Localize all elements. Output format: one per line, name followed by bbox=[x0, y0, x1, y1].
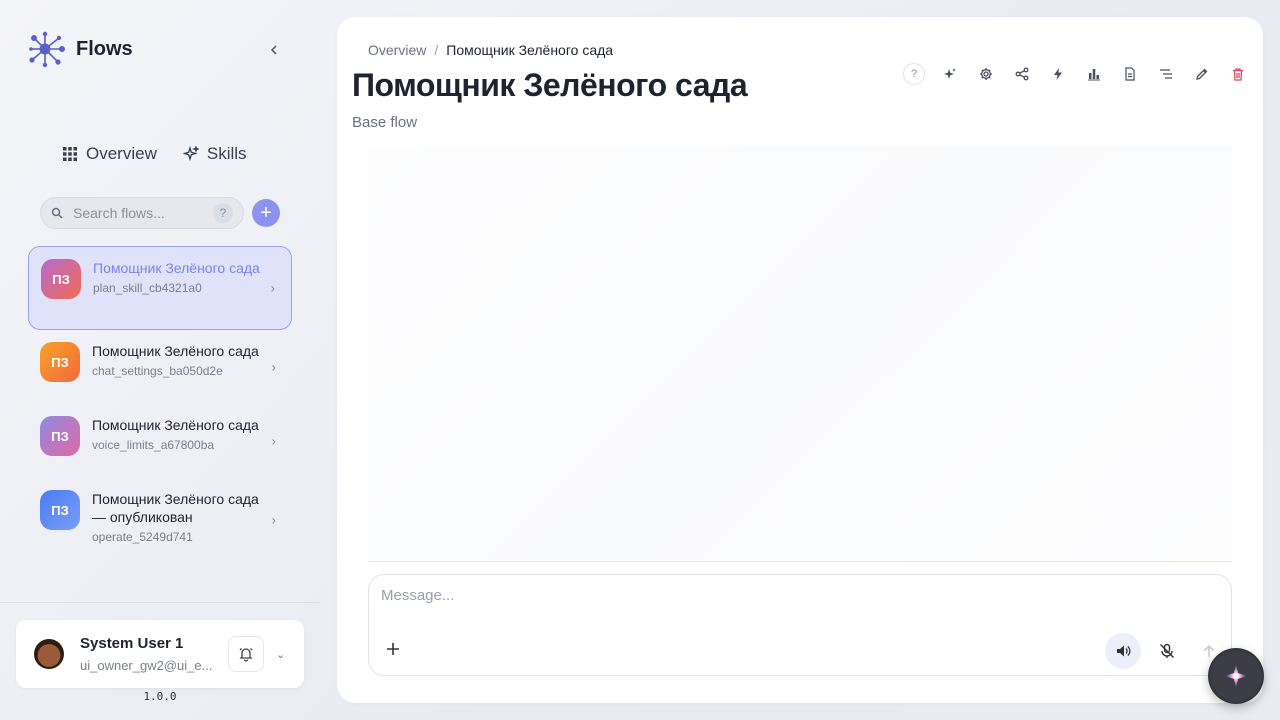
document-button[interactable] bbox=[1119, 63, 1141, 85]
chevron-right-icon: › bbox=[271, 433, 276, 449]
breadcrumb: Overview / Помощник Зелёного сада bbox=[368, 42, 613, 58]
flow-name: Помощник Зелёного сада — опубликован bbox=[92, 491, 259, 525]
flow-avatar: ПЗ bbox=[40, 490, 80, 530]
lightning-icon bbox=[1054, 68, 1062, 80]
bell-icon bbox=[239, 648, 253, 662]
user-email: ui_owner_gw2@ui_e... bbox=[80, 658, 213, 673]
flow-avatar: ПЗ bbox=[41, 259, 81, 299]
list-indent-icon bbox=[1160, 69, 1172, 79]
search-box: ? bbox=[40, 197, 244, 229]
search-input[interactable] bbox=[73, 205, 203, 221]
sparkles-icon bbox=[182, 146, 199, 162]
analytics-button[interactable] bbox=[1083, 63, 1105, 85]
main-panel: Overview / Помощник Зелёного сада Помощн… bbox=[337, 17, 1263, 703]
sidebar-divider bbox=[0, 602, 320, 603]
chat-divider bbox=[368, 561, 1232, 562]
microphone-toggle[interactable] bbox=[1149, 633, 1185, 669]
flow-name: Помощник Зелёного сада bbox=[92, 343, 259, 359]
flows-logo-icon bbox=[29, 31, 65, 68]
collapse-sidebar-button[interactable] bbox=[264, 40, 284, 60]
trash-icon bbox=[1233, 68, 1243, 81]
breadcrumb-current: Помощник Зелёного сада bbox=[446, 42, 614, 58]
search-help-icon[interactable]: ? bbox=[213, 203, 233, 223]
outline-button[interactable] bbox=[1155, 63, 1177, 85]
document-icon bbox=[1125, 67, 1135, 81]
breadcrumb-overview[interactable]: Overview bbox=[368, 42, 426, 58]
notifications-button[interactable] bbox=[228, 636, 264, 672]
page-subtitle: Base flow bbox=[352, 114, 418, 131]
assistant-orb-button[interactable] bbox=[1208, 648, 1264, 704]
bar-chart-icon bbox=[1088, 69, 1100, 81]
arrow-up-icon bbox=[1203, 644, 1215, 657]
nav-overview[interactable]: Overview bbox=[62, 144, 157, 164]
message-input[interactable] bbox=[381, 587, 1201, 617]
edit-button[interactable] bbox=[1191, 63, 1213, 85]
flow-id: voice_limits_a67800ba bbox=[92, 438, 215, 452]
microphone-off-icon bbox=[1160, 643, 1174, 658]
flow-name: Помощник Зелёного сада bbox=[93, 260, 260, 276]
sparkles-icon bbox=[944, 68, 956, 79]
page-title: Помощник Зелёного сада bbox=[352, 67, 748, 103]
pencil-icon bbox=[1196, 68, 1208, 80]
gear-icon bbox=[980, 68, 992, 80]
speaker-icon bbox=[1117, 645, 1131, 657]
grid-icon bbox=[63, 147, 77, 161]
flow-id: operate_5249d741 bbox=[92, 530, 193, 544]
user-name: System User 1 bbox=[80, 635, 184, 652]
settings-button[interactable] bbox=[975, 63, 997, 85]
flow-list: ПЗ Помощник Зелёного сада plan_skill_cb4… bbox=[28, 246, 292, 562]
nav-skills[interactable]: Skills bbox=[182, 144, 247, 164]
chevron-down-icon[interactable]: ⌄ bbox=[276, 648, 285, 661]
ai-assist-button[interactable] bbox=[939, 63, 961, 85]
chevron-left-icon bbox=[270, 45, 277, 55]
chevron-right-icon: › bbox=[271, 512, 276, 528]
flow-avatar: ПЗ bbox=[40, 342, 80, 382]
app-title: Flows bbox=[76, 37, 133, 60]
flow-item[interactable]: ПЗ Помощник Зелёного сада — опубликован … bbox=[28, 478, 292, 562]
sparkle-icon bbox=[1225, 664, 1247, 688]
flow-item[interactable]: ПЗ Помощник Зелёного сада plan_skill_cb4… bbox=[28, 246, 292, 330]
share-button[interactable] bbox=[1011, 63, 1033, 85]
sidebar: Flows Overview Skills ? + ПЗ bbox=[0, 0, 320, 720]
chat-messages-area[interactable] bbox=[368, 147, 1232, 561]
help-button[interactable]: ? bbox=[903, 63, 925, 85]
attach-button[interactable] bbox=[383, 639, 403, 659]
avatar bbox=[34, 639, 64, 669]
breadcrumb-separator: / bbox=[434, 42, 439, 58]
delete-button[interactable] bbox=[1227, 63, 1249, 85]
message-composer bbox=[368, 574, 1232, 676]
flow-item[interactable]: ПЗ Помощник Зелёного сада voice_limits_a… bbox=[28, 404, 292, 478]
flow-avatar: ПЗ bbox=[40, 416, 80, 456]
flow-name: Помощник Зелёного сада bbox=[92, 417, 259, 433]
flow-item[interactable]: ПЗ Помощник Зелёного сада chat_settings_… bbox=[28, 330, 292, 404]
trigger-button[interactable] bbox=[1047, 63, 1069, 85]
brand[interactable]: Flows bbox=[28, 30, 133, 68]
flow-id: plan_skill_cb4321a0 bbox=[93, 281, 202, 295]
app-version: 1.0.0 bbox=[143, 690, 177, 703]
search-icon bbox=[51, 207, 63, 219]
plus-icon bbox=[387, 643, 399, 655]
toolbar: ? bbox=[903, 63, 1249, 85]
flow-id: chat_settings_ba050d2e bbox=[92, 364, 223, 378]
chevron-right-icon: › bbox=[271, 359, 276, 375]
nav-overview-label: Overview bbox=[86, 144, 157, 163]
add-flow-button[interactable]: + bbox=[252, 199, 280, 227]
sidebar-nav: Overview Skills bbox=[62, 144, 247, 164]
nav-skills-label: Skills bbox=[206, 144, 247, 163]
chevron-right-icon: › bbox=[270, 280, 275, 296]
share-icon bbox=[1015, 67, 1029, 81]
user-card[interactable]: System User 1 ui_owner_gw2@ui_e... ⌄ bbox=[16, 620, 304, 688]
voice-output-toggle[interactable] bbox=[1105, 633, 1141, 669]
